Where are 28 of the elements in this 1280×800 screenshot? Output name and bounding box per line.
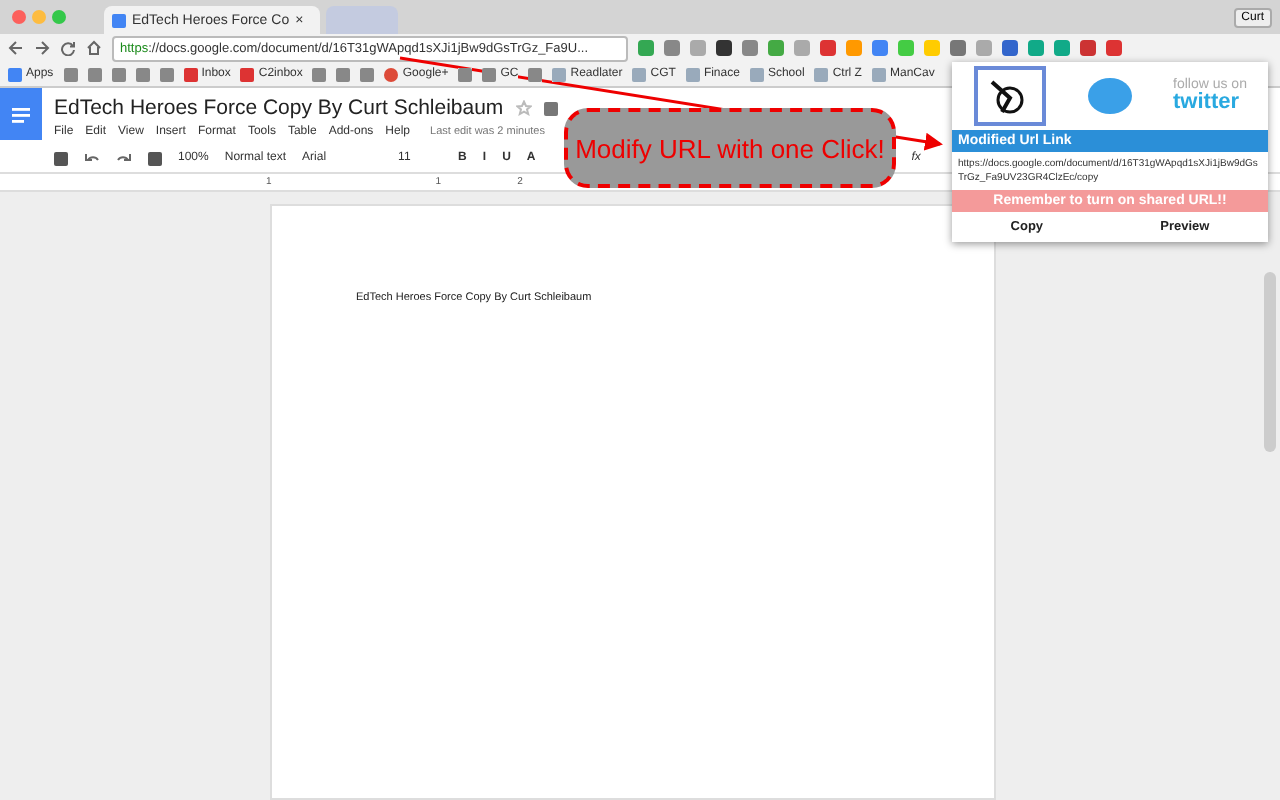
print-icon[interactable]	[54, 151, 68, 165]
apps-icon	[8, 67, 22, 81]
docs-logo[interactable]	[0, 88, 42, 140]
mail-icon	[240, 67, 255, 81]
docs-icon	[112, 13, 126, 27]
edtech-heroes-logo[interactable]	[973, 66, 1045, 126]
folder-icon	[871, 67, 886, 81]
paint-format-icon[interactable]	[148, 151, 162, 165]
callout-text: Modify URL with one Click!	[564, 108, 896, 188]
home-icon[interactable]	[86, 40, 102, 56]
gplus-icon	[384, 67, 399, 81]
document-title[interactable]: EdTech Heroes Force Copy By Curt Schleibaum	[54, 96, 504, 120]
back-icon[interactable]	[8, 40, 24, 56]
forward-icon[interactable]	[34, 40, 50, 56]
star-icon[interactable]	[515, 100, 532, 116]
folder-icon	[814, 67, 829, 81]
mail-icon	[183, 67, 198, 81]
folder-icon	[749, 67, 764, 81]
close-light[interactable]	[12, 10, 26, 24]
folder-icon[interactable]	[543, 101, 558, 115]
lines-icon	[12, 105, 30, 123]
reload-icon[interactable]	[60, 40, 76, 56]
folder-icon	[552, 67, 567, 81]
scrollbar[interactable]	[1264, 272, 1276, 452]
folder-icon	[685, 67, 700, 81]
redo-icon[interactable]	[116, 150, 132, 166]
folder-icon	[632, 67, 647, 81]
undo-icon[interactable]	[84, 150, 100, 166]
